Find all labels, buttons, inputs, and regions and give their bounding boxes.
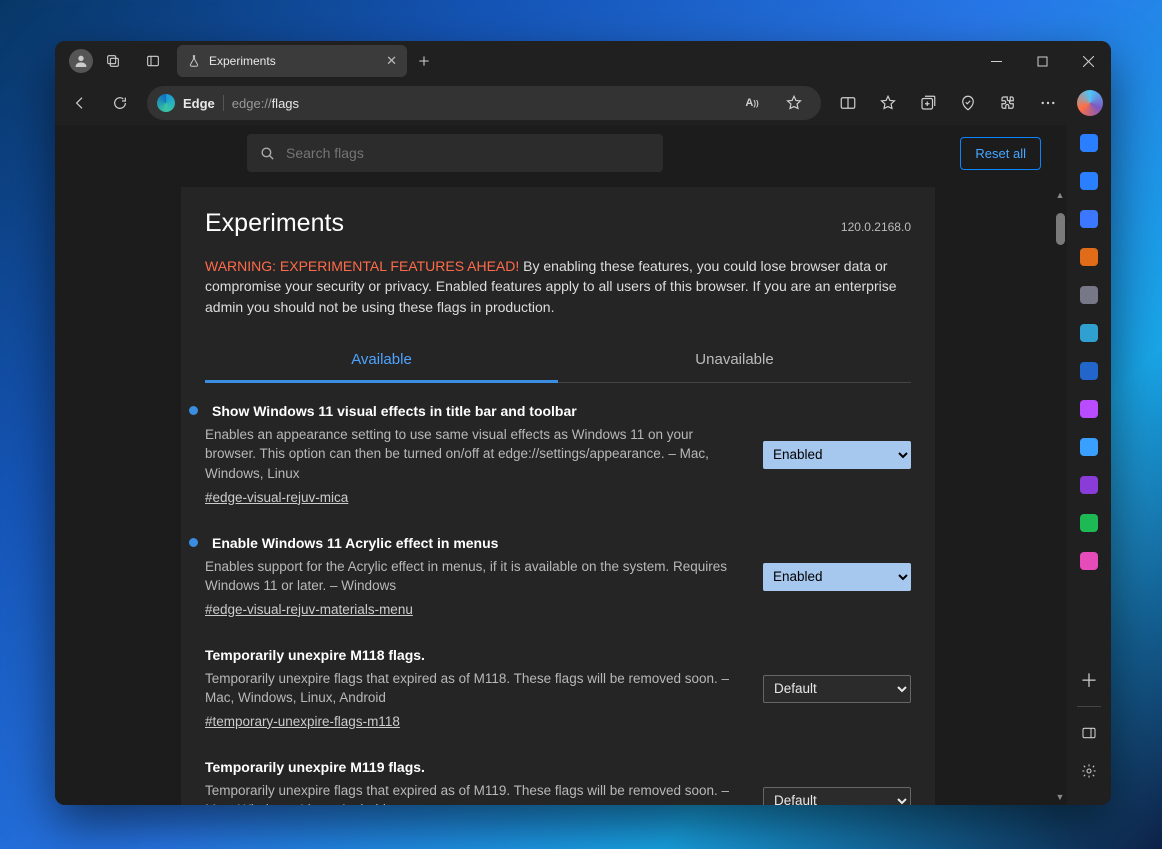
tab-actions-icon[interactable] bbox=[133, 41, 173, 81]
flag-hash-link[interactable]: #edge-visual-rejuv-mica bbox=[205, 490, 348, 505]
flags-topbar: Reset all bbox=[55, 125, 1067, 181]
sidebar-add-button[interactable]: ＋ bbox=[1077, 668, 1101, 692]
more-menu-icon[interactable] bbox=[1031, 86, 1065, 120]
titlebar: Experiments ✕ bbox=[55, 41, 1111, 81]
close-window-button[interactable] bbox=[1065, 41, 1111, 81]
close-tab-icon[interactable]: ✕ bbox=[386, 53, 397, 69]
minimize-button[interactable] bbox=[973, 41, 1019, 81]
toolbar: Edge edge://flags A)) bbox=[55, 81, 1111, 125]
sidebar-app-icon[interactable] bbox=[1077, 511, 1101, 535]
refresh-button[interactable] bbox=[103, 86, 137, 120]
flag-list: Show Windows 11 visual effects in title … bbox=[205, 383, 911, 805]
flag-hash-link[interactable]: #edge-visual-rejuv-materials-menu bbox=[205, 602, 413, 617]
flag-state-select[interactable]: DefaultEnabledDisabled bbox=[763, 675, 911, 703]
flag-description: Enables support for the Acrylic effect i… bbox=[205, 557, 745, 596]
flag-title: Enable Windows 11 Acrylic effect in menu… bbox=[205, 535, 745, 551]
scrollbar-thumb[interactable] bbox=[1056, 213, 1065, 245]
flag-row: Show Windows 11 visual effects in title … bbox=[205, 383, 911, 515]
sidebar-app-icon[interactable] bbox=[1077, 549, 1101, 573]
tab-unavailable[interactable]: Unavailable bbox=[558, 339, 911, 382]
sidebar-app-icon[interactable] bbox=[1077, 207, 1101, 231]
new-tab-button[interactable] bbox=[407, 41, 441, 81]
flag-state-select[interactable]: DefaultEnabledDisabled bbox=[763, 787, 911, 805]
flag-row: Temporarily unexpire M119 flags. Temporar… bbox=[205, 739, 911, 805]
tab-title: Experiments bbox=[209, 54, 378, 68]
flag-title: Show Windows 11 visual effects in title … bbox=[205, 403, 745, 419]
warning-text: WARNING: EXPERIMENTAL FEATURES AHEAD! By… bbox=[205, 256, 911, 317]
sidebar: ＋ bbox=[1067, 125, 1111, 805]
browser-tab[interactable]: Experiments ✕ bbox=[177, 45, 407, 77]
read-aloud-icon[interactable]: A)) bbox=[735, 86, 769, 120]
flag-tabs: Available Unavailable bbox=[205, 339, 911, 383]
sidebar-app-icon[interactable] bbox=[1077, 283, 1101, 307]
edge-window: Experiments ✕ Edge edge://flags A)) bbox=[55, 41, 1111, 805]
scroll-down-icon[interactable]: ▼ bbox=[1055, 792, 1065, 802]
favorites-icon[interactable] bbox=[871, 86, 905, 120]
modified-dot-icon bbox=[189, 406, 198, 415]
tab-available[interactable]: Available bbox=[205, 339, 558, 383]
flag-description: Temporarily unexpire flags that expired … bbox=[205, 669, 745, 708]
flag-title: Temporarily unexpire M118 flags. bbox=[205, 647, 745, 663]
body-area: Reset all Experiments 120.0.2168.0 WARNI… bbox=[55, 125, 1111, 805]
flag-row: Enable Windows 11 Acrylic effect in menu… bbox=[205, 515, 911, 627]
flag-row: Temporarily unexpire M118 flags. Temporar… bbox=[205, 627, 911, 739]
profile-button[interactable] bbox=[69, 49, 93, 73]
sidebar-app-icon[interactable] bbox=[1077, 397, 1101, 421]
edge-logo-icon bbox=[157, 94, 175, 112]
sidebar-panel-icon[interactable] bbox=[1077, 721, 1101, 745]
search-icon bbox=[259, 145, 276, 162]
address-bar[interactable]: Edge edge://flags A)) bbox=[147, 86, 821, 120]
addr-edge-label: Edge bbox=[183, 96, 215, 111]
flag-state-select[interactable]: DefaultEnabledDisabled bbox=[763, 563, 911, 591]
page-title: Experiments bbox=[205, 209, 344, 238]
sidebar-app-icon[interactable] bbox=[1077, 359, 1101, 383]
browser-essentials-icon[interactable] bbox=[951, 86, 985, 120]
flag-description: Enables an appearance setting to use sam… bbox=[205, 425, 745, 484]
flask-icon bbox=[187, 54, 201, 68]
scrollbar-track[interactable]: ▲ ▼ bbox=[1053, 187, 1067, 805]
content-pane: Reset all Experiments 120.0.2168.0 WARNI… bbox=[55, 125, 1067, 805]
version-label: 120.0.2168.0 bbox=[841, 220, 911, 234]
sidebar-app-icon[interactable] bbox=[1077, 245, 1101, 269]
extensions-icon[interactable] bbox=[991, 86, 1025, 120]
sidebar-app-icon[interactable] bbox=[1077, 435, 1101, 459]
modified-dot-icon bbox=[189, 538, 198, 547]
back-button[interactable] bbox=[63, 86, 97, 120]
workspaces-icon[interactable] bbox=[93, 41, 133, 81]
sidebar-app-icon[interactable] bbox=[1077, 473, 1101, 497]
sidebar-app-icon[interactable] bbox=[1077, 321, 1101, 345]
flag-hash-link[interactable]: #temporary-unexpire-flags-m118 bbox=[205, 714, 400, 729]
sidebar-settings-icon[interactable] bbox=[1077, 759, 1101, 783]
flag-description: Temporarily unexpire flags that expired … bbox=[205, 781, 745, 805]
sidebar-app-icon[interactable] bbox=[1077, 131, 1101, 155]
scroll-up-icon[interactable]: ▲ bbox=[1055, 190, 1065, 200]
sidebar-app-icon[interactable] bbox=[1077, 169, 1101, 193]
flag-title: Temporarily unexpire M119 flags. bbox=[205, 759, 745, 775]
split-screen-icon[interactable] bbox=[831, 86, 865, 120]
favorite-star-icon[interactable] bbox=[777, 86, 811, 120]
flag-state-select[interactable]: DefaultEnabledDisabled bbox=[763, 441, 911, 469]
url-text: edge://flags bbox=[232, 96, 299, 111]
page-region: Experiments 120.0.2168.0 WARNING: EXPERI… bbox=[181, 187, 935, 805]
search-input[interactable] bbox=[286, 145, 651, 161]
maximize-button[interactable] bbox=[1019, 41, 1065, 81]
copilot-button[interactable] bbox=[1077, 90, 1103, 116]
collections-icon[interactable] bbox=[911, 86, 945, 120]
reset-all-button[interactable]: Reset all bbox=[960, 137, 1041, 170]
search-flags[interactable] bbox=[247, 134, 663, 172]
